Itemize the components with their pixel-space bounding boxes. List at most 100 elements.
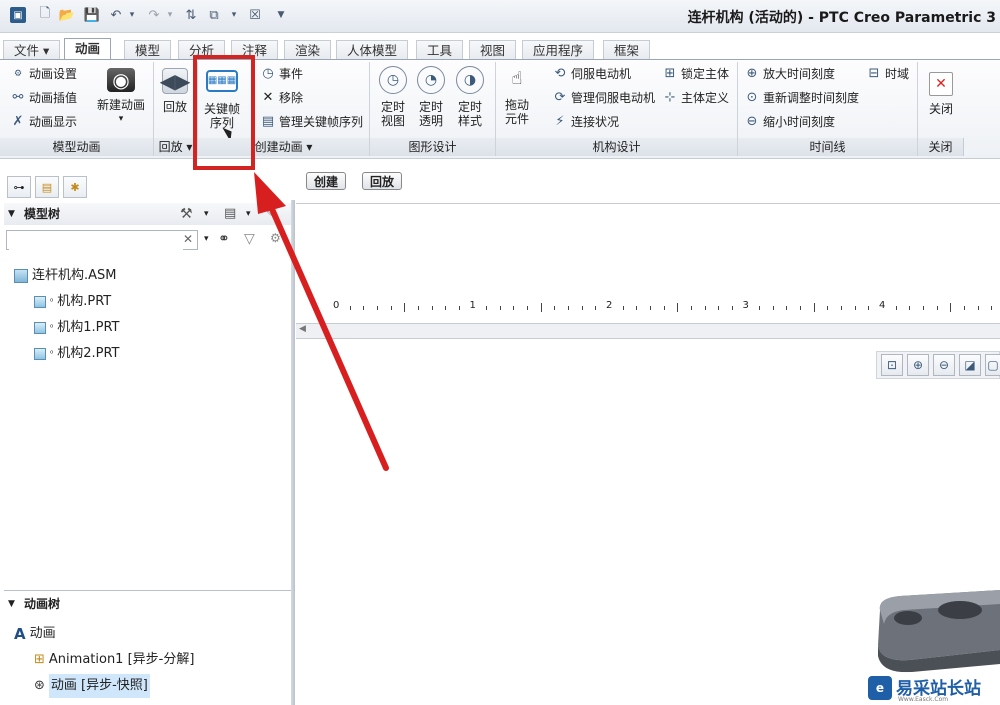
tab-view[interactable]: 视图	[469, 40, 517, 59]
collapse-icon[interactable]: ▼	[8, 593, 15, 615]
tab-render[interactable]: 渲染	[284, 40, 332, 59]
ruler-tick	[390, 306, 392, 310]
ruler-tick	[950, 303, 952, 312]
ruler-tick	[622, 306, 624, 310]
tree-item-part[interactable]: ⁰ 机构1.PRT	[34, 316, 120, 340]
part-marker-icon: ⁰	[50, 297, 54, 306]
ruler-tick	[991, 306, 993, 310]
close-button[interactable]: ✕ 关闭	[924, 72, 958, 116]
customize-icon[interactable]: ▼	[273, 7, 289, 23]
panel-splitter[interactable]	[291, 200, 295, 705]
zoom-out-timescale-button[interactable]: ⊖ 缩小时间刻度	[744, 112, 835, 132]
servo-motor-button[interactable]: ⟲ 伺服电动机	[552, 64, 631, 84]
filter-icon[interactable]: ▽	[244, 231, 255, 247]
animation-settings-button[interactable]: ⚙ 动画设置	[10, 64, 77, 84]
animation-display-button[interactable]: ✗ 动画显示	[10, 112, 77, 132]
ruler-tick	[800, 306, 802, 310]
open-icon[interactable]: 📂	[59, 7, 75, 23]
timeline-scrollbar[interactable]: ◀	[296, 323, 1000, 339]
body-definition-button[interactable]: ⊹ 主体定义	[662, 88, 729, 108]
interpolation-icon: ⚯	[12, 90, 24, 105]
app-icon[interactable]: ▣	[10, 7, 26, 23]
find-binoculars-icon[interactable]: ⚭	[218, 231, 230, 247]
show-icon[interactable]: ▤	[224, 203, 236, 225]
model-tree-tab[interactable]: ⊶	[7, 176, 31, 198]
time-domain-button[interactable]: ⊟ 时域	[866, 64, 909, 84]
search-input[interactable]	[9, 232, 183, 250]
ruler-tick	[731, 306, 733, 310]
windows-icon[interactable]: ⧉	[206, 7, 222, 23]
new-icon[interactable]: 🗋	[37, 6, 53, 23]
timed-style-button[interactable]: ◑ 定时 样式	[453, 66, 487, 128]
windows-dropdown-icon[interactable]: ▾	[226, 7, 242, 23]
scroll-left-icon[interactable]: ◀	[299, 324, 306, 334]
playback-button[interactable]: ◀▶ 回放	[157, 68, 193, 114]
tree-item-part[interactable]: ⁰ 机构.PRT	[34, 290, 111, 314]
watermark-logo-icon: e	[868, 676, 892, 700]
show-dropdown-icon[interactable]: ▾	[246, 203, 251, 225]
tree-settings-icon[interactable]: ⚒	[180, 203, 193, 225]
tree-options-icon[interactable]: ⚙	[270, 231, 281, 245]
redo-icon[interactable]: ↷	[146, 7, 162, 23]
undo-icon[interactable]: ↶	[108, 7, 124, 23]
tab-manikin[interactable]: 人体模型	[336, 40, 409, 59]
view-manager-icon[interactable]: ▢	[985, 354, 1000, 376]
undo-dropdown-icon[interactable]: ▾	[124, 7, 140, 23]
tree-item-assembly[interactable]: 连杆机构.ASM	[14, 264, 117, 288]
readjust-timescale-button[interactable]: ⊙ 重新调整时间刻度	[744, 88, 859, 108]
group-label-mechanism-design: 机构设计	[496, 138, 738, 156]
ruler-number: 1	[469, 300, 476, 311]
camera-icon: ◉	[107, 68, 135, 92]
drag-component-button[interactable]: ☝ 拖动 元件	[499, 66, 535, 127]
tab-applications[interactable]: 应用程序	[522, 40, 595, 59]
zoom-in-icon[interactable]: ⊕	[907, 354, 929, 376]
ruler-tick	[895, 306, 897, 310]
regenerate-icon[interactable]: ⇅	[183, 7, 199, 23]
save-icon[interactable]: 💾	[84, 7, 100, 23]
repaint-icon[interactable]: ◪	[959, 354, 981, 376]
tree-item-part[interactable]: ⁰ 机构2.PRT	[34, 342, 120, 366]
manage-servo-motor-button[interactable]: ⟳ 管理伺服电动机	[552, 88, 655, 108]
timed-transparency-button[interactable]: ◔ 定时 透明	[414, 66, 448, 128]
manage-keyframe-sequence-button[interactable]: ▤ 管理关键帧序列	[260, 112, 363, 132]
tab-tools[interactable]: 工具	[416, 40, 464, 59]
close-window-icon[interactable]: ☒	[247, 7, 263, 23]
lock-body-button[interactable]: ⊞ 锁定主体	[662, 64, 729, 84]
pin-icon[interactable]: ✎	[266, 203, 275, 225]
playback-tab-button[interactable]: 回放	[362, 172, 403, 190]
ruler-number: 0	[333, 300, 340, 311]
tab-model[interactable]: 模型	[124, 40, 172, 59]
tree-settings-dropdown-icon[interactable]: ▾	[204, 203, 209, 225]
manage-servo-icon: ⟳	[554, 90, 566, 105]
zoom-in-time-icon: ⊕	[746, 66, 758, 81]
remove-button[interactable]: ✕ 移除	[260, 88, 303, 108]
timed-view-button[interactable]: ◷ 定时 视图	[376, 66, 410, 128]
tab-framework[interactable]: 框架	[603, 40, 651, 59]
refit-icon[interactable]: ⊡	[881, 354, 903, 376]
animation-root-icon: A	[14, 625, 26, 643]
tab-animation[interactable]: 动画	[64, 38, 112, 59]
new-animation-button[interactable]: ◉ 新建动画 ▾	[94, 68, 148, 126]
search-field[interactable]: ✕	[6, 230, 198, 250]
timeline-area[interactable]	[296, 203, 1000, 340]
window-title: 连杆机构 (活动的) - PTC Creo Parametric 3	[687, 10, 996, 26]
clear-search-icon[interactable]: ✕	[183, 232, 193, 246]
favorites-tab[interactable]: ✱	[63, 176, 87, 198]
animation-item[interactable]: ⊞ Animation1 [异步-分解]	[34, 648, 194, 672]
animation-root-item[interactable]: A 动画	[14, 622, 56, 646]
search-dropdown-icon[interactable]: ▾	[204, 234, 209, 244]
create-button[interactable]: 创建	[306, 172, 347, 190]
body-definition-icon: ⊹	[664, 90, 676, 105]
ruler-tick	[445, 306, 447, 310]
animation-interpolation-button[interactable]: ⚯ 动画插值	[10, 88, 77, 108]
collapse-icon[interactable]: ▼	[8, 203, 15, 225]
event-button[interactable]: ◷ 事件	[260, 64, 303, 84]
folder-browser-tab[interactable]: ▤	[35, 176, 59, 198]
group-label-model-animation: 模型动画	[0, 138, 154, 156]
animation-item-selected[interactable]: ⊛ 动画 [异步-快照]	[34, 674, 150, 698]
redo-dropdown-icon[interactable]: ▾	[162, 7, 178, 23]
connection-status-button[interactable]: ⚡ 连接状况	[552, 112, 619, 132]
zoom-out-icon[interactable]: ⊖	[933, 354, 955, 376]
tab-file[interactable]: 文件 ▾	[3, 40, 61, 59]
zoom-in-timescale-button[interactable]: ⊕ 放大时间刻度	[744, 64, 835, 84]
